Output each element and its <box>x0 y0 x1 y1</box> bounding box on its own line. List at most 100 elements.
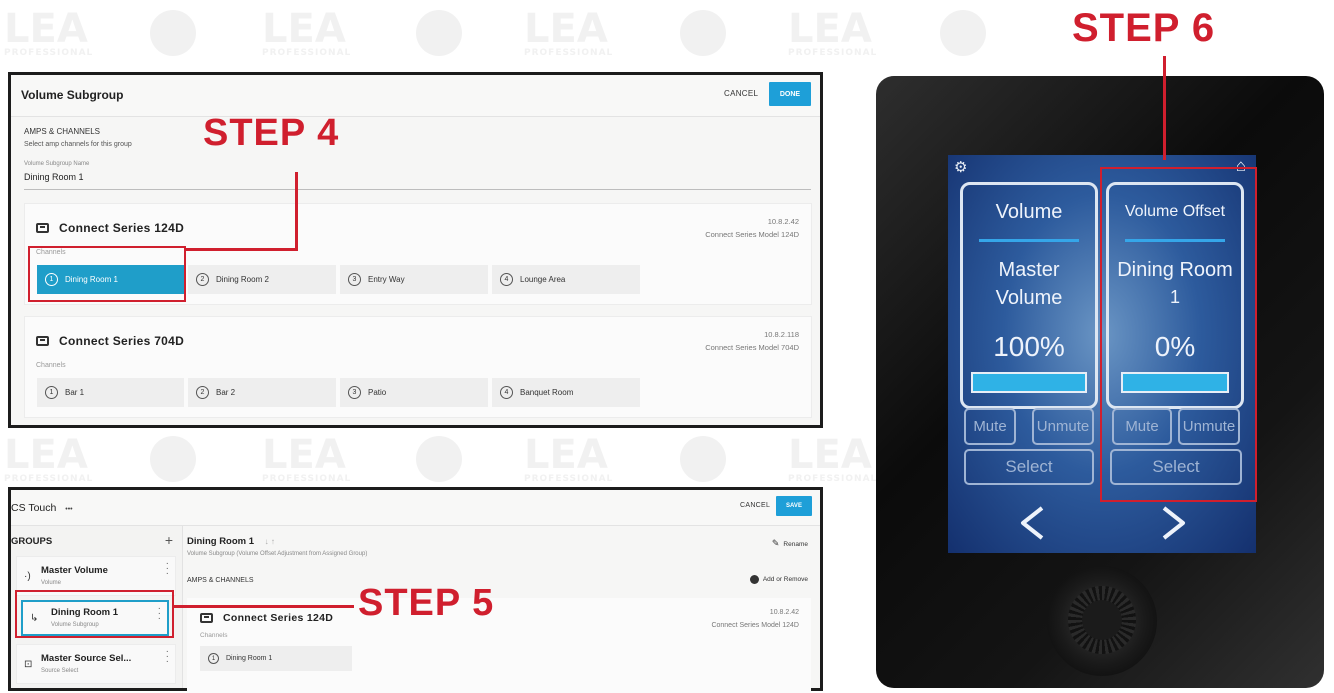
step-6-connector <box>1163 56 1166 160</box>
unmute-button[interactable]: Unmute <box>1032 408 1094 445</box>
channel-label: Dining Room 2 <box>216 275 269 284</box>
channel-number: 1 <box>45 386 58 399</box>
select-button[interactable]: Select <box>964 449 1094 485</box>
device-card-704d: Connect Series 704D 10.8.2.118 Connect S… <box>24 316 812 418</box>
more-options-icon[interactable]: ••• <box>65 506 72 513</box>
cancel-button[interactable]: CANCEL <box>724 89 758 98</box>
watermark-logo: LEA PROFESSIONAL <box>4 432 94 484</box>
amplifier-icon <box>36 223 49 233</box>
channel-label: Bar 1 <box>65 388 85 397</box>
group-name: Master Volume <box>41 565 108 576</box>
channel-chip[interactable]: 4 Lounge Area <box>492 265 640 294</box>
step-5-highlight <box>15 590 174 638</box>
field-value: Dining Room 1 <box>24 172 84 182</box>
speaker-icon: ·) <box>24 571 31 582</box>
device-ip: 10.8.2.42 <box>767 217 799 226</box>
next-arrow-icon[interactable] <box>1158 505 1188 541</box>
subgroup-name-field[interactable]: Volume Subgroup Name Dining Room 1 <box>24 161 811 190</box>
device-name: Connect Series 124D <box>223 612 334 624</box>
amplifier-icon <box>36 336 49 346</box>
device-ip: 10.8.2.42 <box>769 609 799 616</box>
device-header: Connect Series 704D <box>36 334 184 348</box>
channel-chip[interactable]: 4 Banquet Room <box>492 378 640 407</box>
device-name: Connect Series 704D <box>59 334 185 348</box>
card-title: Volume <box>995 201 1063 223</box>
group-type: Volume <box>41 580 62 586</box>
channel-chip[interactable]: 2 Dining Room 2 <box>188 265 336 294</box>
channel-chip[interactable]: 2 Bar 2 <box>188 378 336 407</box>
watermark-mark <box>150 436 196 482</box>
group-name-line1: Master <box>998 259 1060 281</box>
watermark-mark <box>416 436 462 482</box>
save-button[interactable]: SAVE <box>776 496 812 516</box>
step-6-highlight <box>1100 167 1257 502</box>
volume-level: 100% <box>993 331 1065 362</box>
channel-label: Entry Way <box>368 275 405 284</box>
panel-header: Volume Subgroup CANCEL DONE <box>11 75 820 117</box>
watermark-logo: LEA PROFESSIONAL <box>262 432 352 484</box>
channel-label: Dining Room 1 <box>226 655 273 662</box>
sort-icons[interactable]: ↓ ↑ <box>265 537 275 546</box>
volume-card[interactable]: Volume Master Volume 100% <box>960 182 1098 409</box>
channel-chip[interactable]: 3 Patio <box>340 378 488 407</box>
watermark-logo: LEA PROFESSIONAL <box>262 6 352 58</box>
watermark-logo: LEA PROFESSIONAL <box>524 432 614 484</box>
source-select-icon: ⊡ <box>24 659 33 670</box>
device-model: Connect Series Model 124D <box>711 622 799 629</box>
step-4-connector <box>186 248 297 251</box>
done-button[interactable]: DONE <box>769 82 811 106</box>
detail-title: Dining Room 1 ↓ ↑ <box>187 536 275 547</box>
page-title: Volume Subgroup <box>21 88 124 102</box>
group-type: Source Select <box>41 668 79 674</box>
step-5-label: STEP 5 <box>358 582 495 624</box>
channel-chip[interactable]: 1 Dining Room 1 <box>200 646 352 671</box>
pencil-icon: ✎ <box>771 538 780 548</box>
device-header: Connect Series 124D <box>200 612 333 624</box>
channel-label: Patio <box>368 388 387 397</box>
channel-chip[interactable]: 1 Bar 1 <box>37 378 184 407</box>
panel-header: CS Touch ••• CANCEL SAVE <box>11 490 820 526</box>
device-header: Connect Series 124D <box>36 221 184 235</box>
field-label: Volume Subgroup Name <box>24 161 90 167</box>
knob-cap <box>1082 600 1122 640</box>
rename-button[interactable]: ✎ Rename <box>772 538 808 549</box>
kebab-menu-icon[interactable]: · · · <box>166 559 169 579</box>
section-title: AMPS & CHANNELS <box>24 127 101 136</box>
device-info: 10.8.2.118 Connect Series Model 704D <box>705 328 799 354</box>
section-hint: Select amp channels for this group <box>24 141 132 148</box>
device-model: Connect Series Model 704D <box>705 343 799 352</box>
device-ip: 10.8.2.118 <box>764 330 799 339</box>
group-item-master-source-select[interactable]: ⊡ Master Source Sel... Source Select · · · <box>16 644 176 684</box>
detail-subtitle: Volume Subgroup (Volume Offset Adjustmen… <box>187 551 368 557</box>
kebab-menu-icon[interactable]: · · · <box>166 647 169 667</box>
channel-label: Bar 2 <box>216 388 236 397</box>
watermark-logo: LEA PROFESSIONAL <box>524 6 614 58</box>
device-card-124d: Connect Series 124D 10.8.2.42 Connect Se… <box>187 598 811 693</box>
watermark-logo: LEA PROFESSIONAL <box>788 432 878 484</box>
group-name: Master Source Sel... <box>41 653 132 664</box>
settings-gear-icon[interactable]: ⚙ <box>954 158 967 176</box>
amplifier-icon <box>200 613 213 623</box>
step-6-label: STEP 6 <box>1072 6 1216 50</box>
cancel-button[interactable]: CANCEL <box>740 502 770 509</box>
step-4-highlight <box>28 246 186 302</box>
edit-circle-icon <box>749 575 759 584</box>
watermark-mark <box>940 10 986 56</box>
channel-chip[interactable]: 3 Entry Way <box>340 265 488 294</box>
section-title: AMPS & CHANNELS <box>187 577 254 584</box>
channel-number: 1 <box>208 653 219 664</box>
volume-bar[interactable] <box>971 372 1087 393</box>
step-5-connector <box>174 605 354 608</box>
channel-number: 3 <box>348 273 361 286</box>
channel-number: 4 <box>500 273 513 286</box>
device-name: Connect Series 124D <box>59 221 185 235</box>
watermark-mark <box>416 10 462 56</box>
watermark-logo: LEA PROFESSIONAL <box>788 6 878 58</box>
groups-heading: GROUPS <box>11 536 53 547</box>
mute-button[interactable]: Mute <box>964 408 1016 445</box>
add-or-remove-button[interactable]: Add or Remove <box>749 575 808 584</box>
add-group-icon[interactable]: + <box>165 532 173 548</box>
channel-label: Banquet Room <box>520 388 574 397</box>
watermark-mark <box>680 436 726 482</box>
previous-arrow-icon[interactable] <box>1018 505 1048 541</box>
